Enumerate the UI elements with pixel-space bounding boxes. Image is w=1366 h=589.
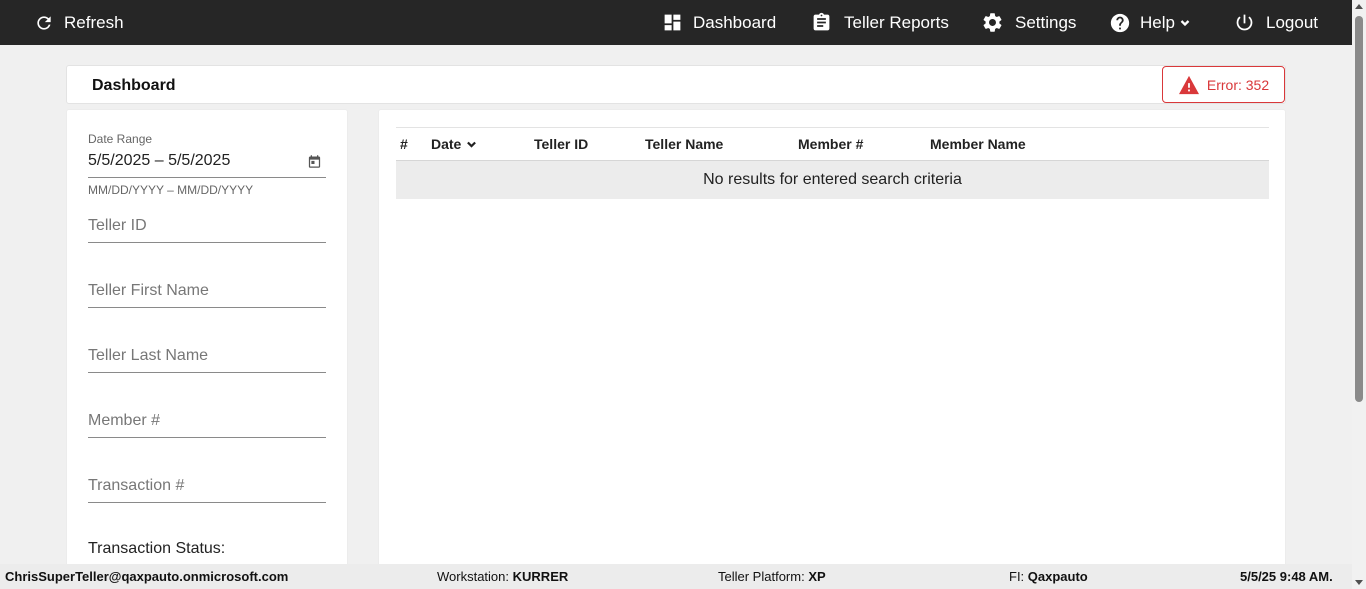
teller-first-name-placeholder: Teller First Name bbox=[88, 282, 209, 299]
scroll-up-icon[interactable] bbox=[1355, 4, 1363, 9]
scroll-down-icon[interactable] bbox=[1355, 580, 1363, 585]
nav-teller-reports[interactable]: Teller Reports bbox=[811, 0, 949, 45]
column-header-teller-name[interactable]: Teller Name bbox=[645, 136, 723, 152]
dashboard-icon bbox=[664, 14, 681, 31]
vertical-scrollbar[interactable] bbox=[1352, 0, 1366, 589]
footer-datetime: 5/5/25 9:48 AM. bbox=[1240, 569, 1333, 584]
sort-chevron-down-icon bbox=[467, 141, 477, 148]
table-header: # Date Teller ID Teller Name Member # Me… bbox=[396, 127, 1269, 161]
refresh-button[interactable]: Refresh bbox=[34, 0, 124, 45]
results-panel: # Date Teller ID Teller Name Member # Me… bbox=[378, 109, 1286, 569]
nav-help-label: Help bbox=[1140, 12, 1175, 32]
scrollbar-thumb[interactable] bbox=[1355, 16, 1363, 402]
column-header-date-label: Date bbox=[431, 136, 462, 152]
filter-panel: Date Range 5/5/2025 – 5/5/2025 MM/DD/YYY… bbox=[66, 109, 348, 569]
clipboard-icon bbox=[813, 12, 830, 31]
error-button[interactable]: Error: 352 bbox=[1162, 66, 1285, 103]
column-header-member-number[interactable]: Member # bbox=[798, 136, 863, 152]
nav-logout[interactable]: Logout bbox=[1234, 0, 1318, 45]
transaction-status-label: Transaction Status: bbox=[88, 540, 226, 557]
help-icon bbox=[1110, 13, 1130, 32]
top-nav-bar: Refresh Dashboard Teller Reports Setting… bbox=[0, 0, 1352, 45]
footer-workstation: Workstation: KURRER bbox=[437, 569, 568, 584]
member-number-placeholder: Member # bbox=[88, 412, 161, 429]
nav-help[interactable]: Help bbox=[1109, 0, 1192, 45]
status-bar: ChrisSuperTeller@qaxpauto.onmicrosoft.co… bbox=[0, 564, 1352, 589]
nav-logout-label: Logout bbox=[1266, 12, 1318, 32]
refresh-icon bbox=[37, 15, 51, 30]
footer-fi-value: Qaxpauto bbox=[1027, 569, 1088, 584]
error-label: Error: 352 bbox=[1206, 76, 1270, 93]
teller-id-field[interactable]: Teller ID bbox=[88, 207, 326, 243]
gear-icon bbox=[983, 13, 1002, 32]
nav-dashboard[interactable]: Dashboard bbox=[662, 0, 776, 45]
footer-fi: FI: Qaxpauto bbox=[1009, 569, 1088, 584]
footer-user: ChrisSuperTeller@qaxpauto.onmicrosoft.co… bbox=[5, 569, 288, 584]
teller-last-name-field[interactable]: Teller Last Name bbox=[88, 337, 326, 373]
footer-platform-label: Teller Platform: bbox=[718, 569, 805, 584]
column-header-member-name[interactable]: Member Name bbox=[930, 136, 1026, 152]
power-icon bbox=[1236, 14, 1253, 31]
teller-id-placeholder: Teller ID bbox=[88, 217, 147, 234]
empty-results-row: No results for entered search criteria bbox=[396, 161, 1269, 199]
teller-first-name-field[interactable]: Teller First Name bbox=[88, 272, 326, 308]
transaction-number-field[interactable]: Transaction # bbox=[88, 467, 326, 503]
member-number-field[interactable]: Member # bbox=[88, 402, 326, 438]
nav-settings-label: Settings bbox=[1015, 12, 1077, 32]
chevron-down-icon bbox=[1180, 19, 1190, 26]
column-header-teller-id[interactable]: Teller ID bbox=[534, 136, 588, 152]
page-title: Dashboard bbox=[92, 77, 176, 94]
footer-user-value: ChrisSuperTeller@qaxpauto.onmicrosoft.co… bbox=[5, 569, 289, 584]
column-header-date[interactable]: Date bbox=[431, 136, 479, 152]
transaction-number-placeholder: Transaction # bbox=[88, 477, 185, 494]
footer-fi-label: FI: bbox=[1009, 569, 1025, 584]
nav-teller-reports-label: Teller Reports bbox=[844, 12, 949, 32]
refresh-label: Refresh bbox=[64, 12, 124, 32]
nav-dashboard-label: Dashboard bbox=[693, 12, 777, 32]
teller-last-name-placeholder: Teller Last Name bbox=[88, 347, 209, 364]
footer-datetime-value: 5/5/25 9:48 AM. bbox=[1240, 569, 1333, 584]
footer-platform-value: XP bbox=[808, 569, 826, 584]
warning-icon bbox=[1178, 75, 1199, 94]
footer-platform: Teller Platform: XP bbox=[718, 569, 826, 584]
column-header-number[interactable]: # bbox=[400, 136, 408, 152]
date-range-label: Date Range bbox=[88, 132, 153, 146]
footer-workstation-label: Workstation: bbox=[437, 569, 510, 584]
date-range-underline bbox=[88, 177, 326, 178]
date-range-input[interactable]: 5/5/2025 – 5/5/2025 bbox=[88, 152, 230, 170]
dashboard-header: Dashboard Error: 352 bbox=[66, 65, 1286, 104]
date-range-hint: MM/DD/YYYY – MM/DD/YYYY bbox=[88, 183, 254, 197]
footer-workstation-value: KURRER bbox=[512, 569, 569, 584]
calendar-icon[interactable] bbox=[307, 154, 322, 169]
nav-settings[interactable]: Settings bbox=[981, 0, 1076, 45]
